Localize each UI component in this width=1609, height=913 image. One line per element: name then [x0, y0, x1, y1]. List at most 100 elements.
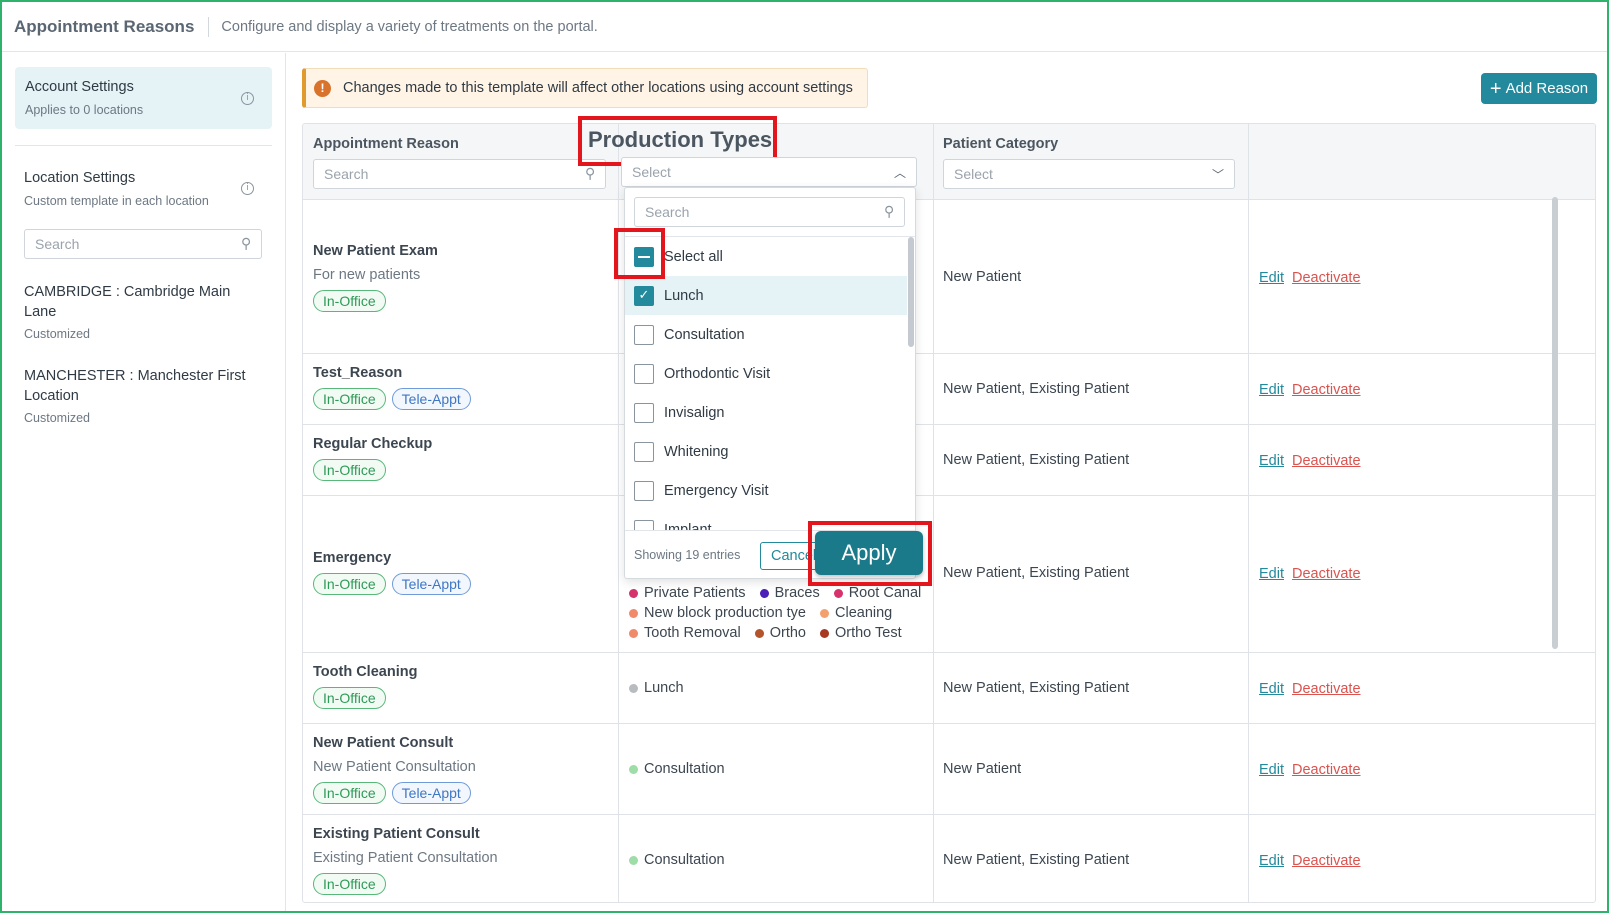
checkbox[interactable]	[634, 480, 654, 501]
location-search-input[interactable]: Search ⚲	[24, 229, 262, 259]
tele-appt-badge: Tele-Appt	[391, 388, 471, 410]
checkbox[interactable]	[634, 519, 654, 530]
production-type: Lunch	[644, 680, 684, 696]
reason-search-placeholder: Search	[324, 166, 369, 182]
production-type: Cleaning	[835, 605, 893, 621]
production-types-dropdown: Search ⚲ Select all ✓ Lunch Consultation…	[624, 187, 916, 579]
reason-cell: Tooth Cleaning In-Office	[313, 664, 417, 709]
select-all-checkbox[interactable]	[634, 246, 654, 267]
production-type: Ortho	[769, 625, 806, 641]
in-office-badge: In-Office	[313, 459, 386, 481]
deactivate-link[interactable]: Deactivate	[1292, 566, 1361, 582]
table-row: Existing Patient Consult Existing Patien…	[303, 815, 1595, 902]
production-dot	[629, 764, 638, 774]
tele-appt-badge: Tele-Appt	[391, 573, 471, 595]
location-settings-item[interactable]: Location Settings Custom template in eac…	[24, 170, 274, 208]
table-scrollbar[interactable]	[1552, 197, 1558, 649]
reason-cell: Test_Reason In-Office Tele-Appt	[313, 365, 471, 410]
deactivate-link[interactable]: Deactivate	[1292, 382, 1361, 398]
checkbox[interactable]	[634, 402, 654, 423]
reason-name: Existing Patient Consult	[313, 826, 480, 842]
checkbox[interactable]	[634, 441, 654, 462]
reason-name: Emergency	[313, 550, 392, 566]
patient-category: New Patient, Existing Patient	[943, 680, 1130, 696]
production-types-select[interactable]: Select ︿	[621, 157, 917, 187]
edit-link[interactable]: Edit	[1259, 762, 1284, 778]
reason-name: Regular Checkup	[313, 436, 433, 452]
deactivate-link[interactable]: Deactivate	[1292, 453, 1361, 469]
patient-category: New Patient	[943, 269, 1022, 285]
apply-button[interactable]: Apply	[815, 531, 923, 575]
warning-icon: !	[314, 79, 331, 97]
option-orthodontic-visit[interactable]: Orthodontic Visit	[625, 354, 907, 393]
location-item-cambridge[interactable]: CAMBRIDGE : Cambridge Main Lane Customiz…	[24, 282, 254, 341]
select-all-option[interactable]: Select all	[625, 237, 907, 276]
production-dot	[754, 628, 764, 638]
production-dot	[820, 608, 829, 618]
production-dot	[629, 588, 638, 598]
deactivate-link[interactable]: Deactivate	[1292, 762, 1361, 778]
tele-appt-badge: Tele-Appt	[391, 782, 471, 804]
info-icon[interactable]: i	[241, 92, 254, 105]
location-name: CAMBRIDGE : Cambridge Main Lane	[24, 284, 231, 320]
search-icon: ⚲	[883, 204, 894, 220]
plus-icon: +	[1489, 77, 1502, 100]
dropdown-search-input[interactable]: Search ⚲	[634, 197, 905, 227]
scrollbar-thumb[interactable]	[908, 237, 914, 347]
location-name: MANCHESTER : Manchester First Location	[24, 368, 246, 404]
production-dot	[759, 588, 769, 598]
reason-name: New Patient Consult	[313, 735, 454, 751]
row-actions: Edit Deactivate	[1259, 761, 1369, 778]
option-consultation[interactable]: Consultation	[625, 315, 907, 354]
info-icon[interactable]: i	[241, 182, 254, 195]
location-item-manchester[interactable]: MANCHESTER : Manchester First Location C…	[24, 366, 254, 425]
account-settings-subtitle: Applies to 0 locations	[25, 103, 144, 117]
option-lunch[interactable]: ✓ Lunch	[625, 276, 907, 315]
reason-cell: New Patient Exam For new patients In-Off…	[313, 243, 438, 312]
deactivate-link[interactable]: Deactivate	[1292, 681, 1361, 697]
checkbox-checked[interactable]: ✓	[634, 285, 654, 306]
deactivate-link[interactable]: Deactivate	[1292, 270, 1361, 286]
reason-tags: In-Office	[313, 873, 498, 895]
production-dot	[629, 608, 638, 618]
patient-category-select[interactable]: Select ﹀	[943, 159, 1235, 189]
chevron-down-icon: ﹀	[1211, 167, 1224, 182]
checkbox[interactable]	[634, 324, 654, 345]
table-row: Regular Checkup In-Office New Patient, E…	[303, 425, 1595, 496]
location-search-placeholder: Search	[35, 236, 80, 252]
option-label: Consultation	[664, 326, 745, 343]
edit-link[interactable]: Edit	[1259, 566, 1284, 582]
edit-link[interactable]: Edit	[1259, 382, 1284, 398]
dropdown-scrollbar[interactable]	[908, 237, 914, 530]
reason-name: Test_Reason	[313, 365, 403, 381]
location-settings-title: Location Settings	[24, 170, 136, 186]
row-actions: Edit Deactivate	[1259, 852, 1369, 869]
reason-cell: Existing Patient Consult Existing Patien…	[313, 826, 498, 895]
edit-link[interactable]: Edit	[1259, 853, 1284, 869]
account-settings-item[interactable]: Account Settings Applies to 0 locations …	[15, 67, 272, 129]
account-settings-title: Account Settings	[25, 79, 134, 95]
production-type: Consultation	[644, 761, 725, 777]
option-label: Lunch	[664, 287, 704, 304]
search-icon: ⚲	[240, 236, 251, 252]
option-implant[interactable]: Implant	[625, 510, 907, 530]
option-emergency-visit[interactable]: Emergency Visit	[625, 471, 907, 510]
add-reason-button[interactable]: + Add Reason	[1481, 73, 1597, 104]
reason-name: Tooth Cleaning	[313, 664, 418, 680]
edit-link[interactable]: Edit	[1259, 270, 1284, 286]
option-invisalign[interactable]: Invisalign	[625, 393, 907, 432]
reason-desc: For new patients	[313, 267, 421, 283]
patient-category: New Patient, Existing Patient	[943, 452, 1130, 468]
production-dot	[629, 855, 638, 865]
in-office-badge: In-Office	[313, 782, 386, 804]
edit-link[interactable]: Edit	[1259, 681, 1284, 697]
edit-link[interactable]: Edit	[1259, 453, 1284, 469]
entries-count: Showing 19 entries	[634, 548, 741, 562]
cancel-button[interactable]: Cancel	[760, 542, 820, 570]
deactivate-link[interactable]: Deactivate	[1292, 853, 1361, 869]
option-whitening[interactable]: Whitening	[625, 432, 907, 471]
row-actions: Edit Deactivate	[1259, 452, 1369, 469]
checkbox[interactable]	[634, 363, 654, 384]
reason-search-input[interactable]: Search ⚲	[313, 159, 606, 189]
app-window: Appointment Reasons Configure and displa…	[0, 0, 1609, 913]
